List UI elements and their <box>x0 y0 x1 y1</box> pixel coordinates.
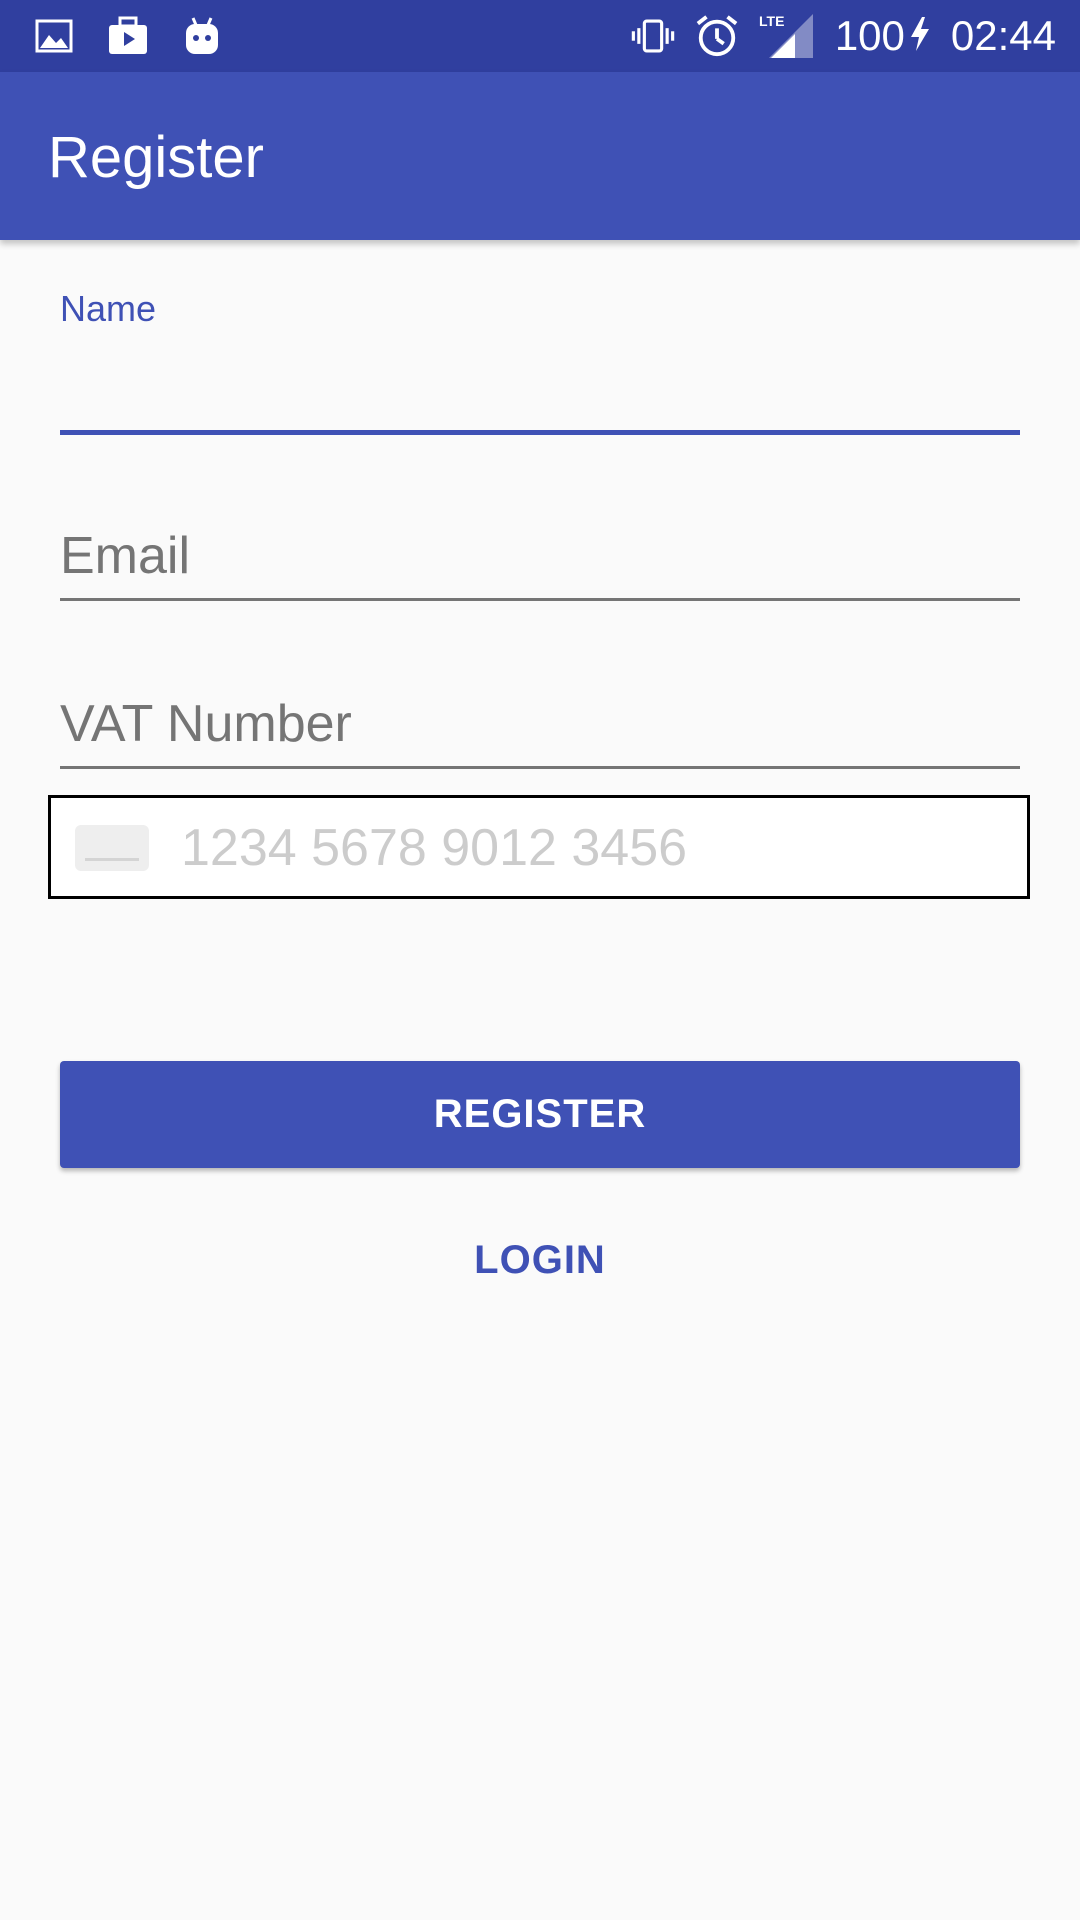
email-field <box>60 520 1020 610</box>
email-underline <box>60 598 1020 601</box>
status-bar: LTE 100 02:44 <box>0 0 1080 72</box>
system-status: LTE 100 02:44 <box>631 12 1056 60</box>
register-button[interactable]: REGISTER <box>60 1061 1020 1168</box>
vat-input[interactable] <box>60 694 1020 754</box>
notification-icons <box>32 12 224 60</box>
media-store-icon <box>106 14 150 58</box>
credit-card-icon <box>75 825 149 871</box>
alarm-icon <box>695 14 739 58</box>
name-label: Name <box>60 288 157 329</box>
vibrate-icon <box>631 14 675 58</box>
email-input[interactable] <box>60 526 1020 586</box>
charging-icon <box>909 16 931 57</box>
name-input[interactable] <box>60 350 1020 410</box>
network-type-label: LTE <box>759 13 784 29</box>
app-bar: Register <box>0 72 1080 240</box>
android-icon <box>180 14 224 58</box>
vat-field <box>60 688 1020 778</box>
card-number-input[interactable] <box>181 816 1001 880</box>
name-field: Name <box>60 288 1020 438</box>
lte-signal-icon: LTE <box>759 13 815 58</box>
battery-level: 100 <box>834 12 905 59</box>
page-title: Register <box>48 125 264 190</box>
login-button[interactable]: LOGIN <box>390 1220 690 1300</box>
card-number-field <box>48 795 1030 899</box>
clock: 02:44 <box>950 12 1056 59</box>
battery-indicator: 100 <box>835 12 931 60</box>
image-icon <box>32 14 76 58</box>
name-underline <box>60 430 1020 435</box>
vat-underline <box>60 766 1020 769</box>
